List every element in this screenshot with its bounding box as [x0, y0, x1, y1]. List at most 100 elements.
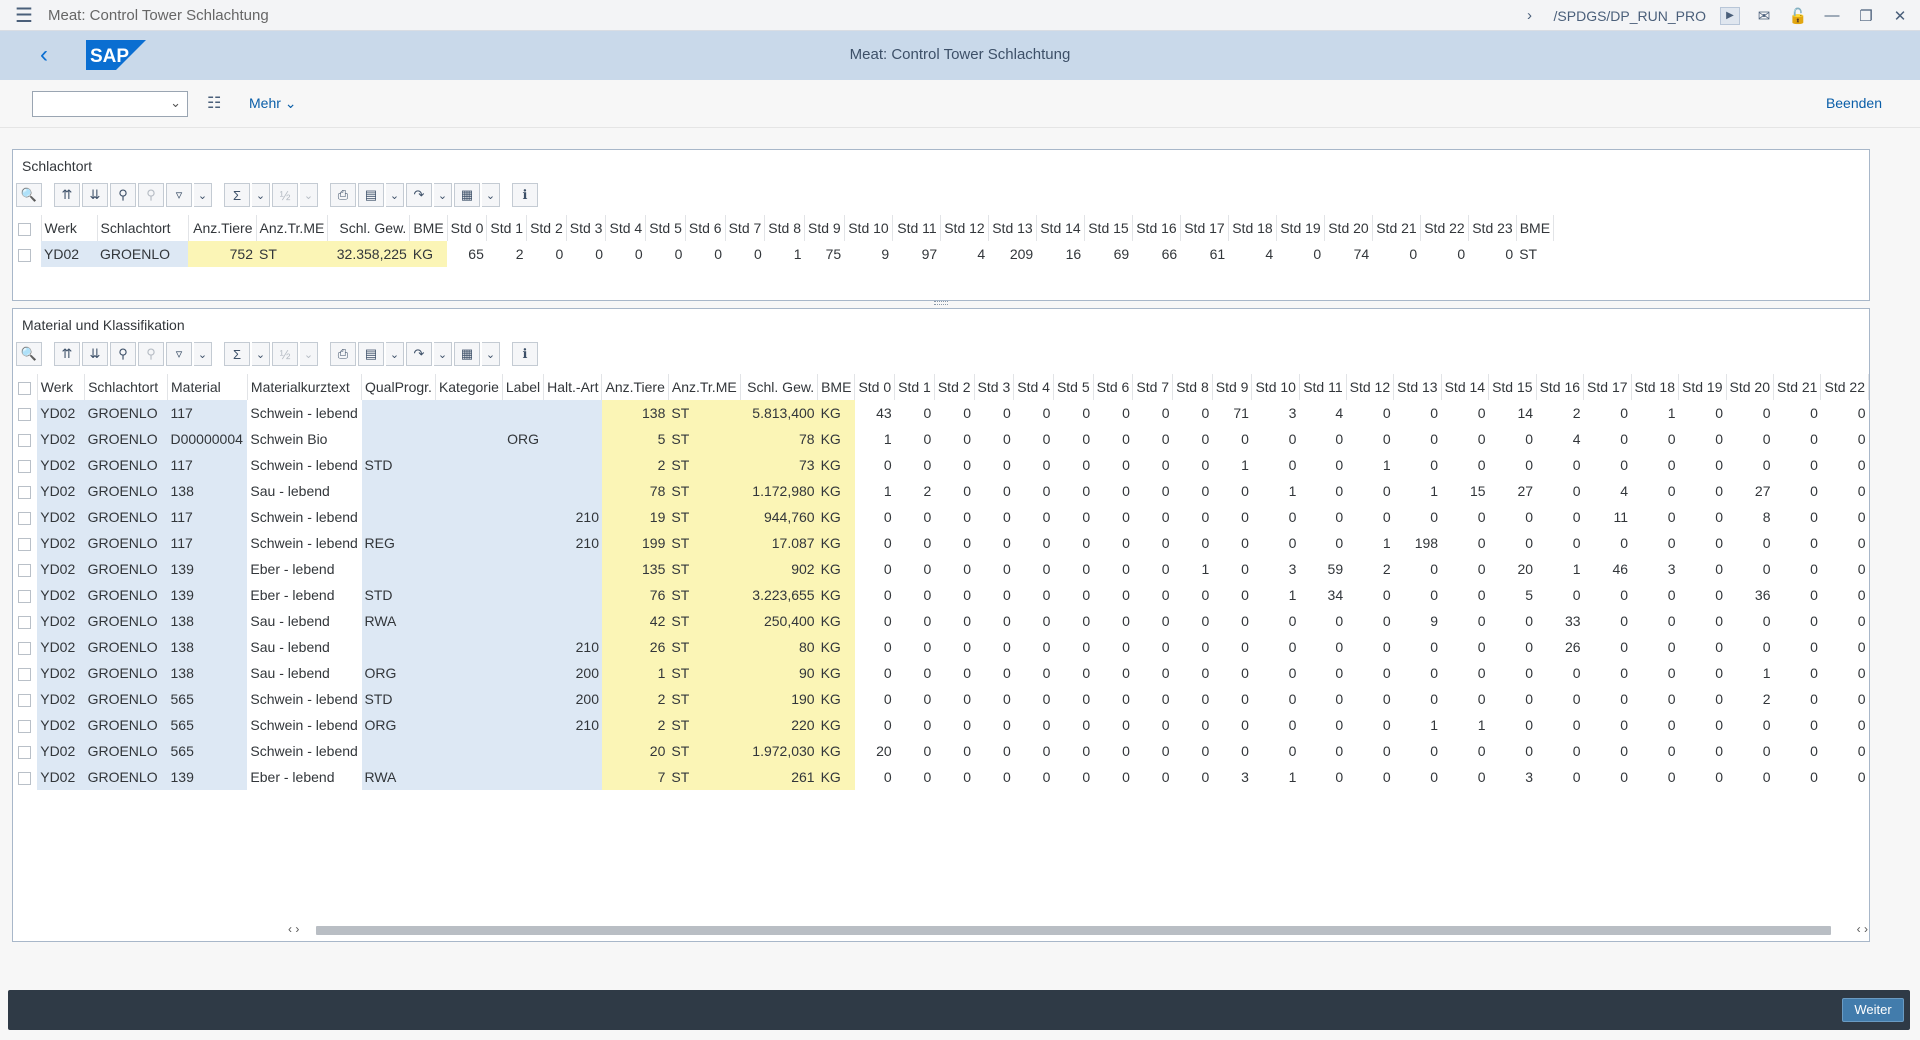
column-header[interactable]: Std 11 [892, 215, 941, 241]
print-icon[interactable]: ⎙ [330, 183, 356, 207]
row-checkbox[interactable] [15, 556, 37, 582]
view-dropdown-icon[interactable]: ⌄ [386, 183, 404, 207]
column-header[interactable]: Werk [41, 215, 98, 241]
info-icon[interactable]: ℹ [512, 183, 538, 207]
export-dropdown-icon[interactable]: ⌄ [434, 183, 452, 207]
table-row[interactable]: YD02 GROENLO 117 Schwein - lebend 210 19 ST 944… [15, 504, 1869, 530]
minimize-icon[interactable]: — [1822, 7, 1842, 24]
table-row[interactable]: YD02 GROENLO 138 Sau - lebend ORG 200 1 ST 90 KG 0… [15, 660, 1869, 686]
column-header[interactable]: Std 8 [1172, 374, 1213, 400]
view-icon[interactable]: ▤ [358, 183, 384, 207]
hamburger-menu-icon[interactable]: ☰ [0, 3, 48, 28]
chevron-right-icon[interactable]: › [1520, 7, 1540, 24]
layout-dropdown-icon[interactable]: ⌄ [482, 183, 500, 207]
row-checkbox[interactable] [15, 738, 37, 764]
subtotal-dropdown-icon[interactable]: ⌄ [300, 183, 318, 207]
column-header[interactable]: Anz.Tr.ME [256, 215, 329, 241]
comment-icon[interactable]: ✉ [1754, 7, 1774, 25]
tree-structure-icon[interactable]: ☷ [207, 93, 221, 113]
search-icon[interactable]: ⚲ [110, 342, 136, 366]
table-row[interactable]: YD02 GROENLO 565 Schwein - lebend ORG 210 2 ST 2… [15, 712, 1869, 738]
filter-dropdown-icon[interactable]: ⌄ [194, 342, 212, 366]
sum-icon[interactable]: Σ [224, 342, 250, 366]
row-checkbox[interactable] [15, 504, 37, 530]
filter-icon[interactable]: ▿ [166, 183, 192, 207]
column-header[interactable]: Std 18 [1631, 374, 1680, 400]
mehr-menu-button[interactable]: Mehr ⌄ [249, 95, 297, 112]
close-icon[interactable]: ✕ [1890, 7, 1910, 25]
column-header[interactable]: Std 21 [1372, 215, 1421, 241]
row-checkbox[interactable] [15, 634, 37, 660]
column-header[interactable]: QualProgr. [361, 374, 436, 400]
row-checkbox[interactable] [15, 452, 37, 478]
export-dropdown-icon[interactable]: ⌄ [434, 342, 452, 366]
sum-icon[interactable]: Σ [224, 183, 250, 207]
column-header[interactable]: Std 5 [645, 215, 686, 241]
zoom-icon[interactable]: 🔍 [16, 342, 42, 366]
column-header[interactable]: Schlachtort [84, 374, 168, 400]
layout-icon[interactable]: ▦ [454, 342, 480, 366]
row-checkbox[interactable] [15, 712, 37, 738]
sort-descending-icon[interactable]: ⇊ [82, 183, 108, 207]
row-checkbox[interactable] [15, 241, 41, 267]
row-checkbox[interactable] [15, 764, 37, 790]
column-header[interactable]: Std 3 [974, 374, 1015, 400]
column-header[interactable]: Std 18 [1228, 215, 1277, 241]
row-checkbox[interactable] [15, 582, 37, 608]
column-header[interactable]: Std 16 [1536, 374, 1585, 400]
column-header[interactable]: Kategorie [435, 374, 503, 400]
weiter-button[interactable]: Weiter [1842, 998, 1904, 1022]
column-header[interactable]: Std 6 [685, 215, 726, 241]
column-header[interactable]: Std 8 [764, 215, 805, 241]
restore-icon[interactable]: ❐ [1856, 7, 1876, 25]
table-row[interactable]: YD02 GROENLO 139 Eber - lebend RWA 7 ST 261 KG 0 0… [15, 764, 1869, 790]
column-header[interactable]: Std 10 [844, 215, 893, 241]
view-icon[interactable]: ▤ [358, 342, 384, 366]
export-icon[interactable]: ↷ [406, 183, 432, 207]
column-header[interactable]: Std 4 [605, 215, 647, 241]
column-header[interactable]: Std 21 [1773, 374, 1822, 400]
table-row[interactable]: YD02 GROENLO 752 ST 32.358,225 KG 65 2 0 0 0 0 0 0 1 75… [15, 241, 1554, 267]
column-header[interactable]: Std 1 [486, 215, 528, 241]
select-all-checkbox[interactable] [15, 215, 42, 241]
column-header[interactable]: Std 6 [1093, 374, 1134, 400]
column-header[interactable]: Anz.Tiere [188, 215, 257, 241]
column-header[interactable]: Label [502, 374, 545, 400]
column-header[interactable]: Std 16 [1132, 215, 1181, 241]
command-combo[interactable]: ⌄ [32, 91, 188, 117]
column-header[interactable]: Std 20 [1726, 374, 1774, 400]
panel-splitter[interactable] [934, 301, 948, 305]
column-header[interactable]: Std 15 [1488, 374, 1537, 400]
column-header[interactable]: Std 4 [1013, 374, 1054, 400]
column-header[interactable]: Std 7 [725, 215, 766, 241]
row-checkbox[interactable] [15, 530, 37, 556]
beenden-button[interactable]: Beenden [1826, 95, 1882, 111]
row-checkbox[interactable] [15, 608, 37, 634]
row-checkbox[interactable] [15, 478, 37, 504]
row-checkbox[interactable] [15, 426, 37, 452]
table-row[interactable]: YD02 GROENLO 138 Sau - lebend 210 26 ST 80 KG 0 0 0… [15, 634, 1869, 660]
horizontal-scrollbar[interactable]: ‹ › ‹ › [288, 922, 1868, 938]
column-header[interactable]: Std 22 [1420, 215, 1469, 241]
column-header[interactable]: Std 19 [1678, 374, 1727, 400]
scrollbar-thumb[interactable] [316, 926, 1831, 935]
row-checkbox[interactable] [15, 686, 37, 712]
column-header[interactable]: Anz.Tr.ME [668, 374, 741, 400]
zoom-icon[interactable]: 🔍 [16, 183, 42, 207]
column-header[interactable]: BME [817, 374, 856, 400]
search-next-icon[interactable]: ⚲ [138, 342, 164, 366]
column-header[interactable]: Halt.-Art [543, 374, 603, 400]
filter-icon[interactable]: ▿ [166, 342, 192, 366]
column-header[interactable]: Std 3 [566, 215, 607, 241]
table-row[interactable]: YD02 GROENLO 138 Sau - lebend RWA 42 ST 250,400… [15, 608, 1869, 634]
layout-dropdown-icon[interactable]: ⌄ [482, 342, 500, 366]
column-header[interactable]: Std 14 [1441, 374, 1490, 400]
column-header[interactable]: Anz.Tiere [601, 374, 669, 400]
column-header[interactable]: Std 12 [940, 215, 989, 241]
column-header[interactable]: Std 19 [1276, 215, 1325, 241]
lock-icon[interactable]: 🔓 [1788, 7, 1808, 25]
column-header[interactable]: Std 13 [988, 215, 1037, 241]
column-header[interactable]: Std 17 [1583, 374, 1632, 400]
filter-dropdown-icon[interactable]: ⌄ [194, 183, 212, 207]
column-header[interactable]: Std 2 [526, 215, 567, 241]
